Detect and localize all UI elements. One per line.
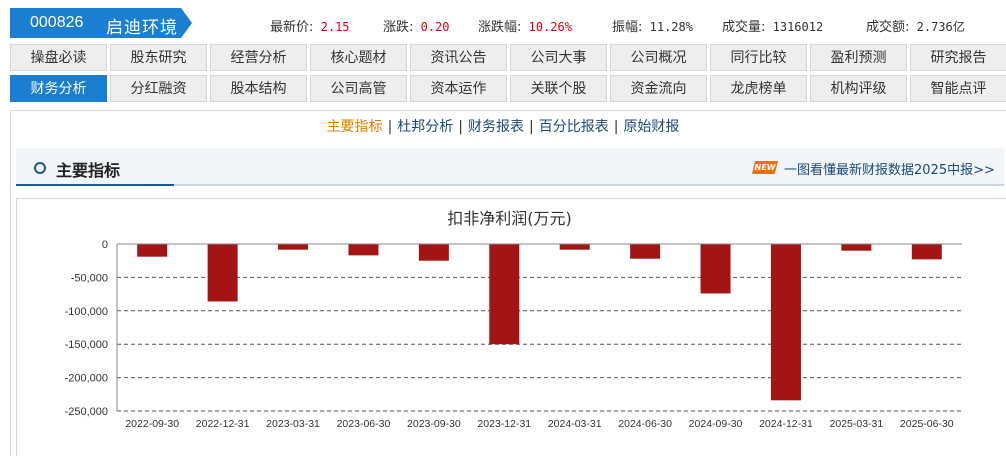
promo-link[interactable]: 一图看懂最新财报数据2025中报>> (784, 159, 995, 178)
quote-item: 振幅: 11.28% (612, 16, 693, 35)
y-tick-label: 0 (102, 239, 108, 251)
quote-value: 11.28% (642, 20, 693, 34)
quote-value: 2.736亿 (909, 20, 965, 34)
y-tick-label: -100,000 (65, 306, 108, 318)
bar[interactable] (348, 244, 379, 256)
bar[interactable] (418, 244, 449, 261)
quote-label: 振幅: (612, 20, 643, 35)
quote-label: 成交额: (866, 20, 910, 35)
section-bullet-icon (34, 162, 46, 174)
sub-nav: 主要指标 | 杜邦分析 | 财务报表 | 百分比报表 | 原始财报 (0, 116, 1006, 136)
subnav-separator: | (458, 119, 463, 135)
subnav-separator: | (613, 119, 619, 135)
nav-tab[interactable]: 分红融资 (110, 75, 207, 102)
quote-item: 涨跌幅: 10.26% (478, 16, 572, 35)
x-tick-label: 2022-09-30 (125, 418, 179, 430)
bar[interactable] (559, 244, 590, 250)
subnav-link[interactable]: 百分比报表 (539, 119, 609, 135)
quote-item: 成交额: 2.736亿 (866, 16, 965, 35)
subnav-link[interactable]: 杜邦分析 (397, 119, 453, 135)
nav-tab[interactable]: 同行比较 (710, 44, 807, 71)
x-tick-label: 2023-12-31 (477, 418, 531, 430)
quote-value: 10.26% (521, 20, 572, 34)
subnav-separator: | (387, 119, 393, 135)
bar[interactable] (770, 244, 801, 401)
quote-label: 涨跌幅: (478, 20, 522, 35)
nav-tab[interactable]: 经营分析 (210, 44, 307, 71)
nav-tab[interactable]: 财务分析 (10, 75, 107, 102)
x-tick-label: 2024-03-31 (548, 418, 602, 430)
quote-label: 成交量: (722, 20, 766, 35)
subnav-link[interactable]: 原始财报 (623, 119, 679, 135)
nav-tab[interactable]: 公司概况 (610, 44, 707, 71)
y-tick-label: -50,000 (71, 272, 108, 284)
x-tick-label: 2024-12-31 (759, 418, 813, 430)
y-tick-label: -250,000 (65, 406, 108, 418)
quote-item: 成交量: 1316012 (722, 16, 823, 35)
nav-tab[interactable]: 公司大事 (510, 44, 607, 71)
y-tick-label: -150,000 (65, 339, 108, 351)
stock-name: 启迪环境 (106, 18, 178, 38)
x-tick-label: 2023-06-30 (337, 418, 391, 430)
stock-header: 000826 启迪环境 最新价: 2.15 涨跌: 0.20 涨跌幅: 10.26%… (0, 0, 1006, 40)
nav-tab[interactable]: 盈利预测 (810, 44, 907, 71)
x-tick-label: 2022-12-31 (196, 418, 250, 430)
x-tick-label: 2025-03-31 (830, 418, 884, 430)
nav-tab[interactable]: 资本运作 (410, 75, 507, 102)
x-tick-label: 2025-06-30 (900, 418, 954, 430)
x-tick-label: 2024-09-30 (689, 418, 743, 430)
nav-tab[interactable]: 股本结构 (210, 75, 307, 102)
nav-tab[interactable]: 公司高管 (310, 75, 407, 102)
subnav-link[interactable]: 主要指标 (327, 119, 383, 135)
bar[interactable] (630, 244, 661, 259)
y-tick-label: -200,000 (65, 373, 108, 385)
subnav-separator: | (529, 119, 534, 135)
bar[interactable] (841, 244, 872, 251)
section-underline (16, 184, 174, 186)
quote-value: 1316012 (765, 20, 824, 34)
quote-label: 涨跌: (383, 20, 414, 35)
x-tick-label: 2023-03-31 (266, 418, 320, 430)
nav-tab[interactable]: 关联个股 (510, 75, 607, 102)
quote-item: 涨跌: 0.20 (383, 16, 450, 35)
profit-chart: 扣非净利润(万元) 0 -50,000 -100,000 -150,000 -200,00… (65, 209, 962, 430)
stock-code-tag: 000826 启迪环境 (10, 8, 192, 38)
nav-tab[interactable]: 资金流向 (610, 75, 707, 102)
nav-tab[interactable]: 操盘必读 (10, 44, 107, 71)
quote-value: 2.15 (313, 20, 350, 34)
nav-tab[interactable]: 龙虎榜单 (710, 75, 807, 102)
bar[interactable] (700, 244, 731, 294)
bar[interactable] (911, 244, 942, 260)
nav-row-1: 操盘必读 股东研究 经营分析 核心题材 资讯公告 公司大事 公司概况 同行比较 盈利预测 研究报告 (10, 44, 1006, 73)
x-tick-label: 2024-06-30 (618, 418, 672, 430)
nav-tab[interactable]: 核心题材 (310, 44, 407, 71)
nav-tab[interactable]: 资讯公告 (410, 44, 507, 71)
stock-code: 000826 (30, 14, 84, 31)
nav-tab[interactable]: 股东研究 (110, 44, 207, 71)
section-header: 主要指标 NEW 一图看懂最新财报数据2025中报>> (16, 148, 1004, 186)
nav-tab[interactable]: 智能点评 (910, 75, 1006, 102)
quote-item: 最新价: 2.15 (270, 16, 350, 35)
bar[interactable] (207, 244, 238, 302)
nav-tab[interactable]: 机构评级 (810, 75, 907, 102)
quote-label: 最新价: (270, 20, 314, 35)
bar[interactable] (137, 244, 168, 257)
nav-row-2: 财务分析 分红融资 股本结构 公司高管 资本运作 关联个股 资金流向 龙虎榜单 机构评级 智能点评 (10, 75, 1006, 104)
nav-tab[interactable]: 研究报告 (910, 44, 1006, 71)
subnav-link[interactable]: 财务报表 (468, 119, 524, 135)
chart-title: 扣非净利润(万元) (447, 209, 572, 228)
bar[interactable] (489, 244, 520, 345)
quote-value: 0.20 (413, 20, 450, 34)
section-title: 主要指标 (56, 161, 121, 180)
x-tick-label: 2023-09-30 (407, 418, 461, 430)
new-badge: NEW (752, 161, 778, 174)
bar[interactable] (278, 244, 309, 250)
